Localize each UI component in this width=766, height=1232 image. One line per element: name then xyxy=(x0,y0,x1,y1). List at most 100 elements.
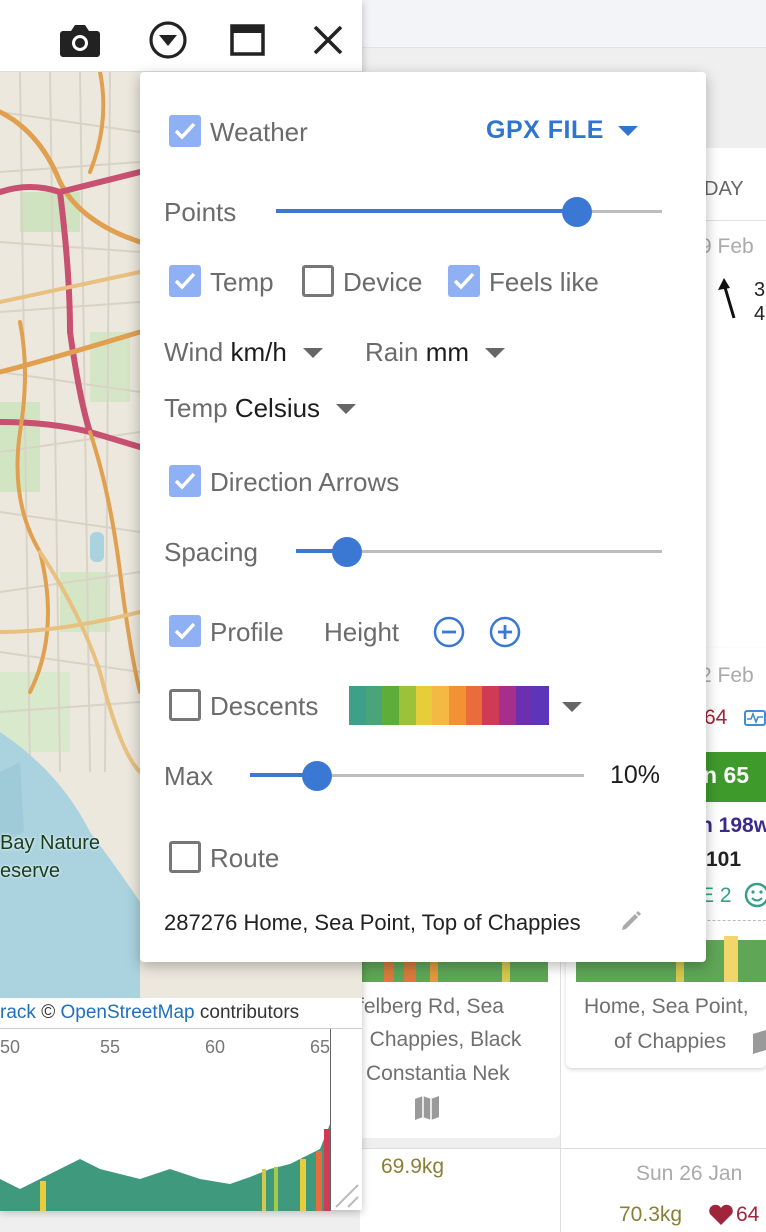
palette-swatch xyxy=(432,686,450,725)
close-button[interactable] xyxy=(306,18,350,62)
device-label: Device xyxy=(343,267,423,297)
palette-swatch xyxy=(349,686,366,725)
wind-unit-select[interactable]: Wind km/h xyxy=(164,337,323,368)
plus-circle-icon xyxy=(489,616,521,648)
palette-swatch xyxy=(415,686,433,725)
caret-down-icon xyxy=(336,403,357,414)
map-icon[interactable] xyxy=(414,1096,440,1120)
minus-circle-icon xyxy=(433,616,465,648)
power-partial: n 198w xyxy=(700,814,766,837)
weather-label: Weather xyxy=(210,117,308,147)
palette-swatch xyxy=(499,686,516,725)
card2-title-2: of Chappies xyxy=(614,1030,727,1053)
attribution-link-partial[interactable]: rack xyxy=(0,1002,41,1023)
attribution-copyright: © xyxy=(41,1002,56,1023)
max-label: Max xyxy=(164,761,214,791)
height-increase-button[interactable] xyxy=(488,615,522,654)
stat-value: 101 xyxy=(706,848,742,871)
palette-swatch xyxy=(365,686,383,725)
openstreetmap-link[interactable]: OpenStreetMap xyxy=(60,1002,194,1023)
checkmark-icon xyxy=(174,622,196,640)
caret-down-icon xyxy=(617,125,638,136)
height-decrease-button[interactable] xyxy=(432,615,466,654)
camera-icon xyxy=(60,25,100,57)
card1-title-3: Constantia Nek xyxy=(366,1062,510,1085)
edit-route-button[interactable] xyxy=(620,910,642,937)
heart-rate-partial: 64 xyxy=(704,706,728,729)
temp-checkbox[interactable] xyxy=(169,265,201,297)
caret-down-icon[interactable] xyxy=(562,702,582,712)
activity-badge-text: n 65 xyxy=(703,762,750,788)
feels-like-checkbox[interactable] xyxy=(448,265,480,297)
slider-thumb[interactable] xyxy=(332,537,362,567)
direction-arrows-label: Direction Arrows xyxy=(210,467,400,497)
checkmark-icon xyxy=(453,272,475,290)
maximize-icon xyxy=(230,24,265,56)
card2-title-1: Home, Sea Point, xyxy=(584,995,749,1018)
slider-thumb[interactable] xyxy=(302,761,332,791)
checkmark-icon xyxy=(174,472,196,490)
rain-unit-select[interactable]: Rain mm xyxy=(365,337,506,368)
route-checkbox[interactable] xyxy=(169,841,201,873)
slider-fill xyxy=(276,209,577,213)
mini-profile-mark xyxy=(676,960,684,982)
max-slider[interactable] xyxy=(250,760,584,792)
profile-checkbox[interactable] xyxy=(169,615,201,647)
smiley-icon xyxy=(744,882,766,908)
slider-thumb[interactable] xyxy=(562,197,592,227)
download-button[interactable] xyxy=(146,18,190,62)
palette-swatch xyxy=(399,686,416,725)
calendar-date: 9 Feb xyxy=(700,235,754,258)
spacing-slider[interactable] xyxy=(296,536,662,568)
weight-value: 69.9kg xyxy=(381,1155,445,1178)
palette-swatch xyxy=(482,686,500,725)
profile-chart xyxy=(0,1124,359,1211)
caret-down-icon xyxy=(485,347,506,358)
heart-icon xyxy=(709,1204,733,1225)
feels-like-label: Feels like xyxy=(489,267,599,297)
calendar-day-header: DAY xyxy=(704,178,744,200)
palette-swatch xyxy=(449,686,466,725)
source-dropdown-label: GPX FILE xyxy=(486,116,604,144)
spacing-label: Spacing xyxy=(164,537,258,567)
rain-unit-value: mm xyxy=(425,337,470,367)
temp-label: Temp xyxy=(210,267,274,297)
card1-title-2: , Chappies, Black xyxy=(358,1028,522,1051)
mini-profile-mark xyxy=(404,962,416,982)
height-label: Height xyxy=(324,617,400,647)
checkmark-icon xyxy=(174,272,196,290)
map-window-header xyxy=(0,0,362,72)
points-label: Points xyxy=(164,197,237,227)
map-icon xyxy=(753,1030,766,1054)
temp-unit-value: Celsius xyxy=(234,393,321,423)
wind-value-2: 4 xyxy=(754,303,766,325)
wind-unit-value: km/h xyxy=(230,337,287,367)
descents-checkbox[interactable] xyxy=(169,689,201,721)
maximize-button[interactable] xyxy=(226,18,270,62)
direction-arrows-checkbox[interactable] xyxy=(169,465,201,497)
mini-profile-mark xyxy=(724,936,738,982)
calendar-divider xyxy=(560,1148,561,1232)
calendar-date-3: Sun 26 Jan xyxy=(636,1162,743,1185)
source-dropdown[interactable]: GPX FILE xyxy=(486,116,638,145)
temp-unit-select[interactable]: Temp Celsius xyxy=(164,393,357,424)
map-place-label-2: eserve xyxy=(0,860,61,882)
weather-checkbox[interactable] xyxy=(169,115,201,147)
device-checkbox[interactable] xyxy=(302,265,334,297)
weather-settings-popup: Weather GPX FILE Points Temp Device Feel… xyxy=(140,72,706,962)
wind-label: Wind xyxy=(164,337,224,367)
descent-color-palette[interactable] xyxy=(349,686,550,725)
camera-button[interactable] xyxy=(58,18,102,62)
points-slider[interactable] xyxy=(276,196,662,228)
mini-profile-mark xyxy=(502,962,510,982)
heart-rate-chart-icon xyxy=(744,710,766,726)
max-value: 10% xyxy=(610,761,661,789)
pencil-icon xyxy=(622,911,641,930)
palette-swatch xyxy=(382,686,400,725)
rain-label: Rain xyxy=(365,337,419,367)
calendar-date-2: 2 Feb xyxy=(700,664,754,687)
elevation-profile[interactable]: 50 55 60 65 xyxy=(0,1028,362,1211)
attribution-suffix: contributors xyxy=(199,1002,300,1023)
descents-label: Descents xyxy=(210,691,319,721)
calendar-top-bar xyxy=(360,0,766,48)
